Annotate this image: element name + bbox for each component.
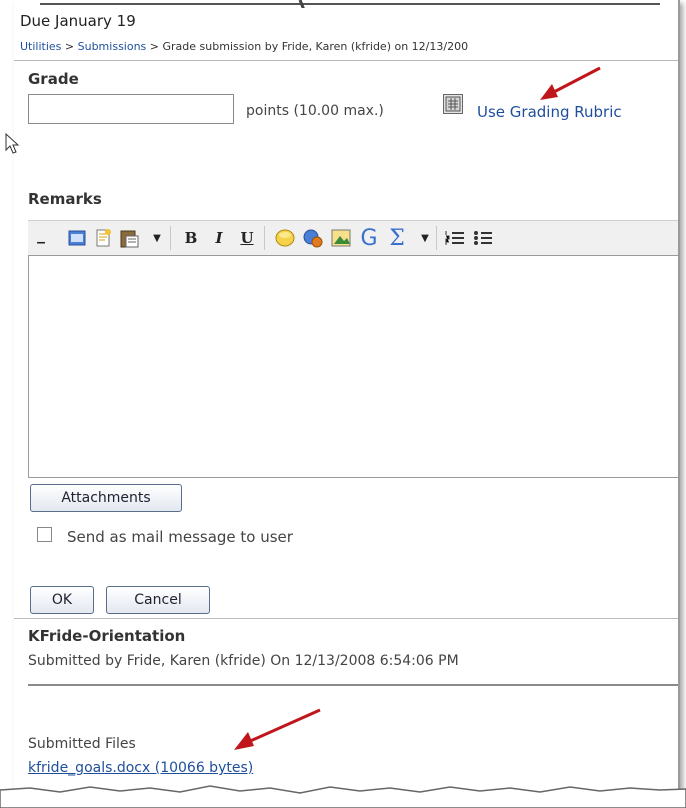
remarks-title: Remarks — [28, 190, 102, 208]
toolbar-separator — [436, 226, 437, 250]
numbered-list-icon[interactable] — [444, 226, 466, 250]
remarks-editor[interactable] — [28, 255, 678, 478]
submission-title: KFride-Orientation — [28, 627, 186, 645]
breadcrumb: Utilities > Submissions > Grade submissi… — [20, 40, 468, 53]
link-icon[interactable] — [302, 226, 324, 250]
breadcrumb-separator: > — [64, 40, 75, 53]
divider — [28, 684, 678, 686]
attachments-button[interactable]: Attachments — [30, 484, 182, 512]
editor-toolbar: ▁ ▼ B I U G Σ ▼ — [28, 220, 678, 256]
math-sigma-icon[interactable]: Σ — [386, 226, 408, 251]
bulleted-list-icon[interactable] — [472, 226, 494, 250]
points-text: points (10.00 max.) — [246, 103, 384, 119]
send-mail-label: Send as mail message to user — [67, 528, 293, 546]
paste-dropdown-icon[interactable]: ▼ — [146, 226, 168, 250]
submitted-files-label: Submitted Files — [28, 736, 136, 752]
send-mail-checkbox[interactable] — [37, 527, 52, 542]
math-dropdown-icon[interactable]: ▼ — [414, 226, 436, 250]
mouse-cursor-icon — [5, 132, 20, 154]
cancel-button[interactable]: Cancel — [106, 586, 210, 614]
red-arrow-icon — [540, 66, 601, 100]
toolbar-separator — [264, 226, 265, 250]
submitted-file-link[interactable]: kfride_goals.docx (10066 bytes) — [28, 760, 253, 776]
torn-top-edge — [40, 0, 660, 8]
source-icon[interactable] — [66, 226, 88, 250]
due-date: Due January 19 — [20, 12, 136, 30]
rubric-icon[interactable] — [443, 94, 463, 114]
ok-button[interactable]: OK — [30, 586, 94, 614]
toolbar-separator — [170, 226, 171, 250]
breadcrumb-utilities[interactable]: Utilities — [20, 40, 61, 53]
divider — [14, 618, 678, 619]
image-icon[interactable] — [330, 226, 352, 250]
breadcrumb-current: Grade submission by Fride, Karen (kfride… — [162, 40, 469, 53]
google-search-icon[interactable]: G — [358, 226, 380, 251]
smiley-icon[interactable] — [274, 226, 296, 250]
underline-button[interactable]: U — [236, 226, 258, 250]
new-page-icon[interactable] — [92, 226, 114, 250]
paste-icon[interactable] — [118, 226, 140, 250]
grade-title: Grade — [28, 70, 79, 88]
breadcrumb-submissions[interactable]: Submissions — [78, 40, 147, 53]
toolbar-collapse-icon[interactable]: ▁ — [30, 226, 52, 250]
bold-button[interactable]: B — [180, 226, 202, 250]
italic-button[interactable]: I — [208, 226, 230, 250]
grade-input[interactable] — [28, 94, 234, 124]
breadcrumb-separator: > — [149, 40, 160, 53]
divider — [14, 60, 678, 61]
red-arrow-icon — [234, 708, 321, 750]
torn-bottom-edge — [0, 785, 686, 808]
submitted-by-text: Submitted by Fride, Karen (kfride) On 12… — [28, 653, 459, 669]
